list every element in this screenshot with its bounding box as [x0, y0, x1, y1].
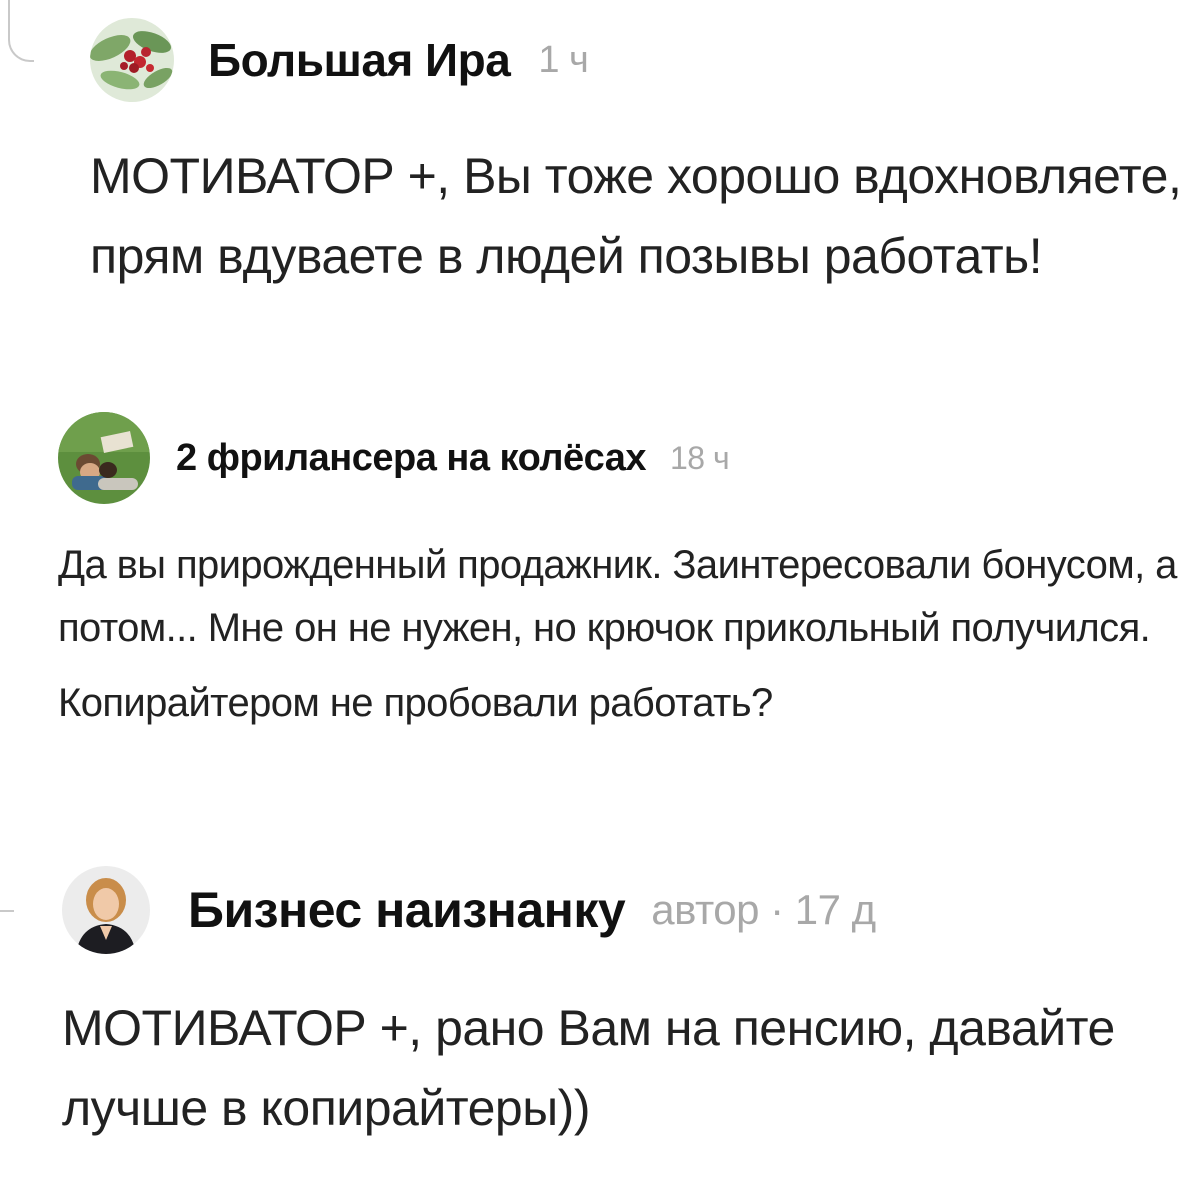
comment-text: МОТИВАТОР +, рано Вам на пенсию, давайте… [62, 1000, 1115, 1136]
comment: Бизнес наизнанку автор · 17 д МОТИВАТОР … [62, 866, 1192, 1148]
comment-time: 18 ч [669, 439, 730, 476]
comment-text: Да вы прирожденный продажник. Заинтересо… [58, 543, 1177, 650]
comment: Большая Ира 1 ч МОТИВАТОР +, Вы тоже хор… [90, 18, 1190, 296]
couple-on-grass-avatar-icon [58, 412, 150, 504]
comment-body: МОТИВАТОР +, рано Вам на пенсию, давайте… [62, 988, 1192, 1148]
avatar[interactable] [62, 866, 150, 954]
cherries-avatar-icon [90, 18, 174, 102]
avatar[interactable] [90, 18, 174, 102]
comment-header: 2 фрилансера на колёсах 18 ч [58, 412, 1188, 504]
comment-body: Да вы прирожденный продажник. Заинтересо… [58, 534, 1188, 735]
comment-header: Бизнес наизнанку автор · 17 д [62, 866, 1192, 954]
woman-portrait-avatar-icon [62, 866, 150, 954]
comment-header: Большая Ира 1 ч [90, 18, 1190, 102]
comment-meta: автор · 17 д [651, 886, 876, 933]
comment-author[interactable]: 2 фрилансера на колёсах [176, 437, 646, 480]
comment-author[interactable]: Бизнес наизнанку [188, 881, 626, 939]
comment-text: Копирайтером не пробовали работать? [58, 681, 773, 725]
thread-connector-line [8, 0, 34, 62]
avatar[interactable] [58, 412, 150, 504]
comment-author[interactable]: Большая Ира [208, 33, 511, 87]
comment-time: 1 ч [538, 38, 589, 81]
comment-body: МОТИВАТОР +, Вы тоже хорошо вдохновляете… [90, 136, 1190, 296]
thread-connector-tick [0, 910, 14, 912]
comment-text: МОТИВАТОР +, Вы тоже хорошо вдохновляете… [90, 148, 1182, 284]
comment: 2 фрилансера на колёсах 18 ч Да вы приро… [58, 412, 1188, 735]
